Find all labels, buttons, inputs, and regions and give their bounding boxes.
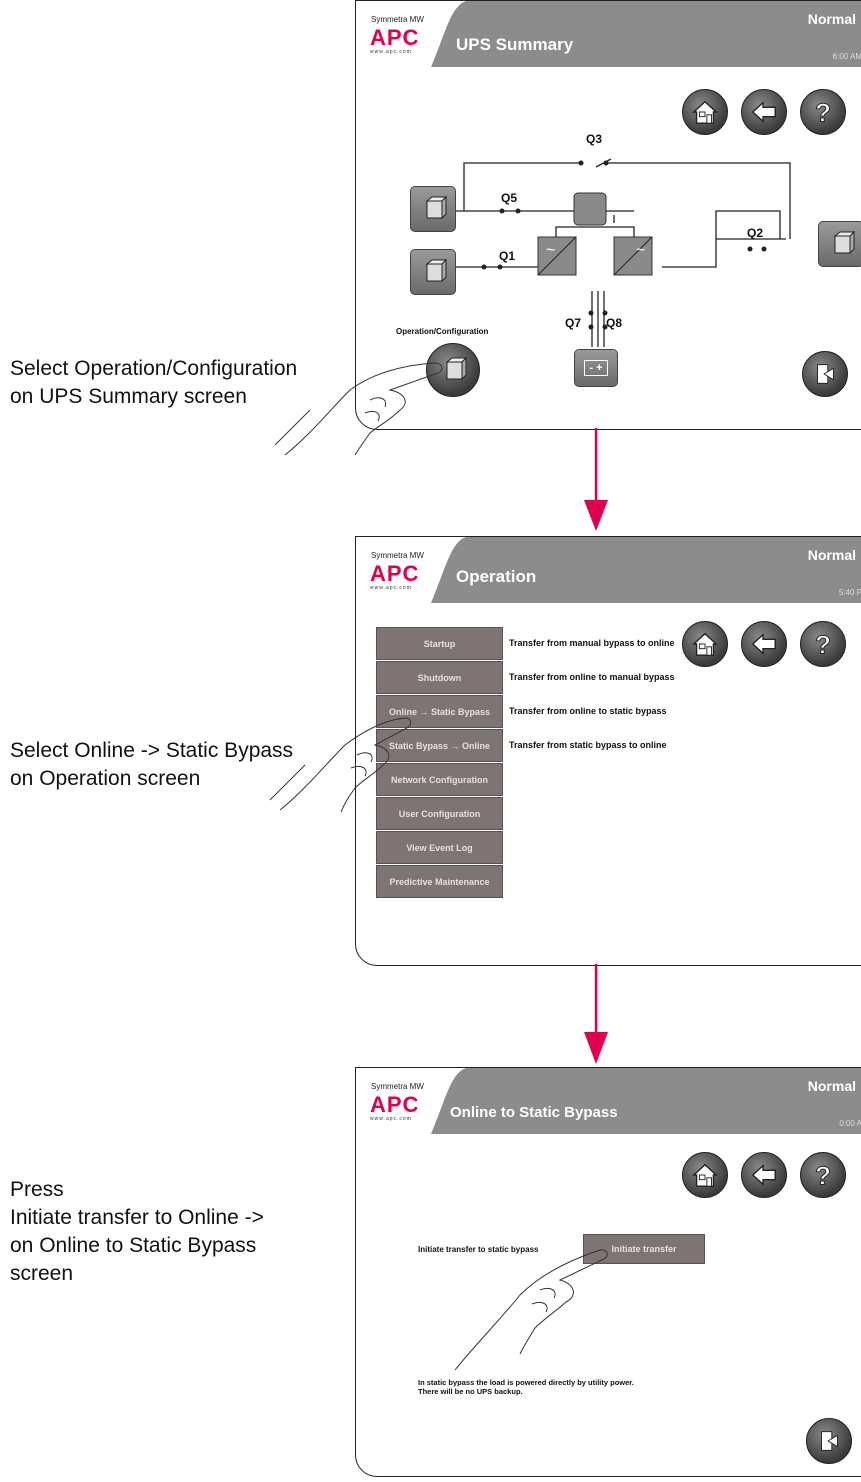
help-icon: [809, 630, 837, 658]
breaker-q7: Q7: [565, 316, 582, 330]
logo-url: www.apc.com: [370, 1116, 412, 1122]
home-button[interactable]: [682, 621, 728, 667]
pointing-hand-icon: [454, 1249, 608, 1371]
module-icon: [418, 194, 448, 224]
header: Symmetra MW APC www.apc.com Operation No…: [356, 537, 861, 603]
help-icon: [809, 98, 837, 126]
view-event-log-button[interactable]: View Event Log: [376, 831, 503, 864]
logo-url: www.apc.com: [370, 585, 412, 591]
caption-step2: Select Online -> Static Bypass on Operat…: [10, 739, 294, 790]
apc-logo: APC: [370, 1092, 420, 1117]
back-button[interactable]: [741, 621, 787, 667]
breaker-q5: Q5: [501, 191, 518, 205]
pointing-hand-icon: [274, 362, 443, 456]
back-arrow-icon: [750, 630, 778, 658]
help-button[interactable]: [800, 1152, 846, 1198]
online-to-static-bypass-desc: Transfer from online to static bypass: [509, 706, 667, 716]
mains-input-tile[interactable]: [410, 249, 456, 295]
breaker-q8: Q8: [606, 316, 623, 330]
back-arrow-icon: [750, 1161, 778, 1189]
caption-step1: Select Operation/Configuration on UPS Su…: [10, 357, 298, 408]
status-badge: Normal: [807, 1078, 856, 1094]
shutdown-desc: Transfer from online to manual bypass: [509, 672, 675, 682]
exit-door-icon: [811, 360, 839, 388]
exit-button[interactable]: [806, 1418, 852, 1464]
home-button[interactable]: [682, 89, 728, 135]
back-arrow-icon: [750, 98, 778, 126]
module-icon: [418, 257, 448, 287]
svg-text:~: ~: [636, 242, 645, 259]
battery-icon: - +: [584, 360, 608, 376]
clock: 0:00 A: [839, 1119, 861, 1128]
flow-arrow-2: [584, 964, 608, 1064]
breaker-q3: Q3: [586, 132, 603, 146]
page-title: UPS Summary: [456, 35, 574, 54]
flow-arrow-1: [584, 428, 608, 531]
breaker-q1: Q1: [499, 249, 516, 263]
home-icon: [691, 98, 719, 126]
op-config-label: Operation/Configuration: [396, 327, 489, 336]
caption-step3: Press Initiate transfer to Online -> on …: [10, 1178, 264, 1285]
home-icon: [691, 630, 719, 658]
svg-text:~: ~: [546, 242, 555, 259]
bypass-input-tile[interactable]: [410, 186, 456, 232]
back-button[interactable]: [741, 89, 787, 135]
help-icon: [809, 1161, 837, 1189]
exit-button[interactable]: [802, 351, 848, 397]
product-name: Symmetra MW: [371, 15, 424, 24]
battery-tile[interactable]: - +: [574, 349, 618, 387]
product-name: Symmetra MW: [371, 1082, 424, 1091]
product-name: Symmetra MW: [371, 551, 424, 560]
clock: 6:00 AM: [832, 52, 861, 61]
apc-logo: APC: [370, 25, 420, 50]
page-title: Online to Static Bypass: [450, 1104, 618, 1121]
output-tile[interactable]: [818, 221, 861, 267]
status-badge: Normal: [807, 547, 856, 563]
page-title: Operation: [456, 567, 537, 586]
shutdown-button[interactable]: Shutdown: [376, 661, 503, 694]
static-bypass-to-online-desc: Transfer from static bypass to online: [509, 740, 667, 750]
module-icon: [826, 229, 856, 259]
home-button[interactable]: [682, 1152, 728, 1198]
header: Symmetra MW APC www.apc.com UPS Summary …: [356, 1, 861, 67]
clock: 5:40 P: [838, 588, 861, 597]
static-bypass-note: In static bypass the load is powered dir…: [418, 1378, 634, 1396]
header: Symmetra MW APC www.apc.com Online to St…: [356, 1068, 861, 1134]
home-icon: [691, 1161, 719, 1189]
breaker-q2: Q2: [747, 226, 764, 240]
startup-desc: Transfer from manual bypass to online: [509, 638, 675, 648]
help-button[interactable]: [800, 621, 846, 667]
exit-door-icon: [815, 1427, 843, 1455]
apc-logo: APC: [370, 561, 420, 586]
startup-button[interactable]: Startup: [376, 627, 503, 660]
status-badge: Normal: [807, 11, 856, 27]
predictive-maintenance-button[interactable]: Predictive Maintenance: [376, 865, 503, 898]
pointing-hand-icon: [269, 717, 412, 813]
help-button[interactable]: [800, 89, 846, 135]
back-button[interactable]: [741, 1152, 787, 1198]
logo-url: www.apc.com: [370, 49, 412, 55]
